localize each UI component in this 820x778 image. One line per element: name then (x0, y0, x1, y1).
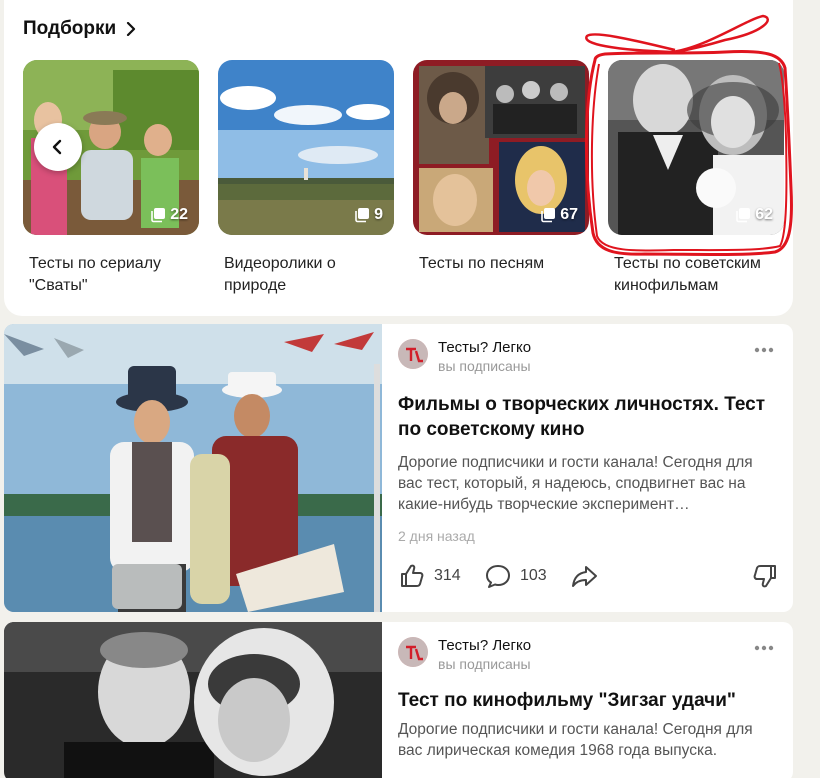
post-description[interactable]: Дорогие подписчики и гости канала! Сегод… (398, 452, 779, 515)
collection-thumbnail: 62 (608, 60, 784, 235)
wedding-film-still (4, 622, 382, 778)
post-author-row: Тесты? Легко вы подписаны (398, 339, 779, 379)
post-title[interactable]: Тест по кинофильму "Зигзаг удачи" (398, 688, 779, 713)
collection-label: Тесты по советским кинофильмам (614, 255, 761, 294)
feed-post[interactable]: Тесты? Легко вы подписаны Тест по кинофи… (4, 622, 793, 778)
post-title[interactable]: Фильмы о творческих личностях. Тест по с… (398, 392, 779, 442)
collections-title: Подборки (23, 18, 117, 39)
collection-label: Видеоролики о природе (224, 255, 336, 294)
collection-label: Тесты по песням (419, 255, 545, 272)
collection-card-nature-videos[interactable]: 9 Видеоролики о природе (218, 60, 394, 297)
collection-card-soviet-films[interactable]: 62 Тесты по советским кинофильмам (608, 60, 784, 297)
collection-count-value: 62 (755, 206, 773, 223)
collection-thumbnail: 67 (413, 60, 589, 235)
dislike-button[interactable] (751, 562, 779, 590)
likes-count: 314 (434, 567, 461, 584)
stack-icon (151, 208, 166, 223)
collection-count-value: 22 (170, 206, 188, 223)
two-men-film-still (4, 324, 382, 612)
feed-post[interactable]: Тесты? Легко вы подписаны Фильмы о творч… (4, 324, 793, 612)
tl-logo-icon (398, 339, 428, 369)
comment-bubble-icon (486, 565, 510, 588)
subscription-status: вы подписаны (438, 358, 531, 374)
collection-card-svaty[interactable]: 22 Тесты по сериалу "Сваты" (23, 60, 199, 297)
subscription-status: вы подписаны (438, 656, 531, 672)
post-description[interactable]: Дорогие подписчики и гости канала! Сегод… (398, 719, 779, 778)
collection-count: 9 (354, 206, 383, 224)
more-options-icon[interactable] (753, 643, 775, 653)
stack-icon (541, 208, 556, 223)
share-arrow-icon (572, 566, 597, 587)
thumbs-up-icon (401, 564, 424, 587)
stack-icon (355, 208, 370, 223)
collection-count-value: 67 (560, 206, 578, 223)
collection-count: 22 (150, 206, 188, 224)
collection-count-value: 9 (374, 206, 383, 223)
author-avatar[interactable] (398, 339, 428, 369)
chevron-right-icon (127, 22, 136, 36)
post-author-row: Тесты? Легко вы подписаны (398, 637, 779, 677)
more-options-icon[interactable] (753, 345, 775, 355)
carousel-prev-button[interactable] (34, 123, 82, 171)
post-image[interactable] (4, 324, 382, 612)
stack-icon (736, 208, 751, 223)
author-name[interactable]: Тесты? Легко (438, 339, 531, 356)
post-date: 2 дня назад (398, 528, 475, 544)
collection-thumbnail: 9 (218, 60, 394, 235)
chevron-left-icon (52, 139, 62, 155)
collections-panel: Подборки 22 Тесты по сериалу "Сваты" 9 В… (4, 0, 793, 316)
author-name[interactable]: Тесты? Легко (438, 637, 531, 654)
collection-count: 67 (540, 206, 578, 224)
thumbs-down-icon (753, 565, 776, 588)
comments-button[interactable]: 103 (484, 562, 547, 590)
share-button[interactable] (570, 562, 598, 590)
like-button[interactable]: 314 (398, 562, 461, 590)
comments-count: 103 (520, 567, 547, 584)
collection-count: 62 (735, 206, 773, 224)
post-actions: 314 103 (398, 562, 779, 592)
author-avatar[interactable] (398, 637, 428, 667)
collections-header-link[interactable]: Подборки (23, 18, 138, 40)
collection-label: Тесты по сериалу "Сваты" (29, 255, 162, 294)
tl-logo-icon (398, 637, 428, 667)
collection-card-songs[interactable]: 67 Тесты по песням (413, 60, 589, 275)
post-image[interactable] (4, 622, 382, 778)
